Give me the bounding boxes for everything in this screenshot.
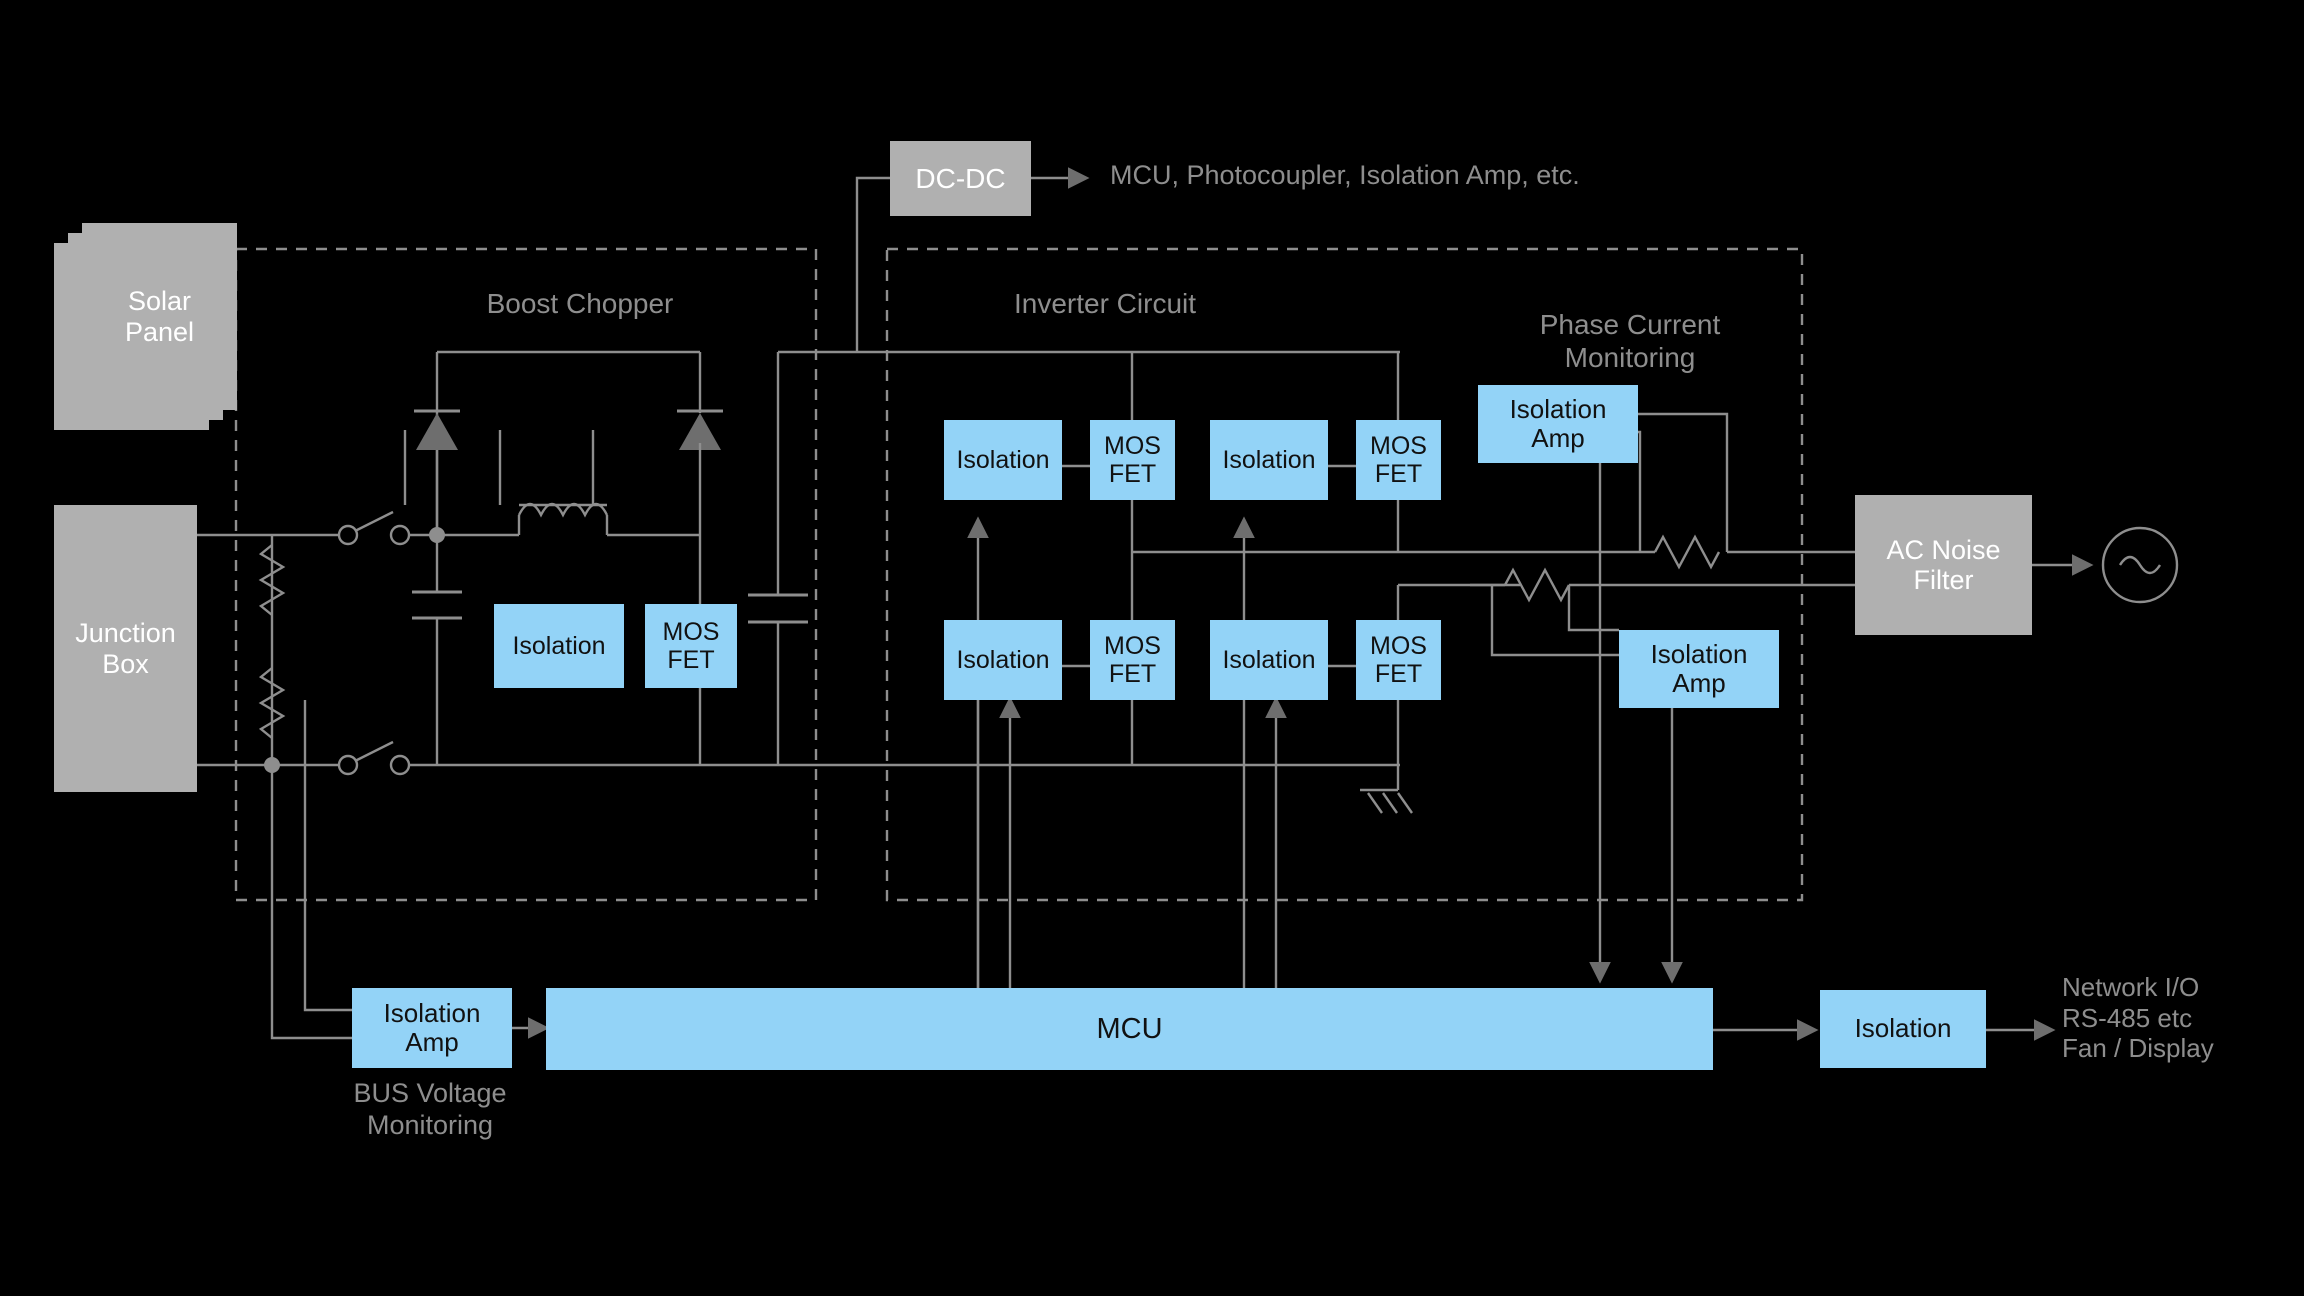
phase-amp-upper-line1: Isolation bbox=[1509, 393, 1607, 424]
dc-dc-converter[interactable]: DC-DC bbox=[890, 141, 1031, 216]
boost-chopper-boundary bbox=[234, 247, 818, 902]
comms-isolation[interactable]: Isolation bbox=[1820, 990, 1986, 1068]
ac-noise-filter[interactable]: AC Noise Filter bbox=[1855, 495, 2032, 635]
inv-leg2l-mos-line2: FET bbox=[1374, 660, 1423, 688]
mcu[interactable]: MCU bbox=[546, 988, 1713, 1070]
boost-mosfet-label-line2: FET bbox=[667, 646, 715, 674]
inverter-leg-2-low-mosfet[interactable]: MOS FET bbox=[1356, 620, 1441, 700]
junction-box-label-line1: Junction bbox=[75, 618, 176, 649]
bus-amp-line2: Amp bbox=[405, 1027, 459, 1057]
inv-leg1l-mos-label: MOS FET bbox=[1104, 632, 1161, 688]
inv-leg2l-mos-line1: MOS bbox=[1370, 632, 1427, 660]
phase-current-monitoring-title: Phase Current Monitoring bbox=[1460, 308, 1800, 374]
network-io-line1: Network I/O bbox=[2062, 972, 2200, 1002]
inv-leg1h-mos-line1: MOS bbox=[1104, 432, 1161, 460]
bus-voltage-isolation-amp[interactable]: Isolation Amp bbox=[352, 988, 512, 1068]
inverter-leg-1-low-isolation[interactable]: Isolation bbox=[944, 620, 1062, 700]
boost-mosfet-label-line1: MOS bbox=[662, 618, 720, 646]
inverter-leg-1-low-mosfet[interactable]: MOS FET bbox=[1090, 620, 1175, 700]
solar-panel-label-line1: Solar bbox=[127, 286, 192, 317]
inverter-leg-2-high-mosfet[interactable]: MOS FET bbox=[1356, 420, 1441, 500]
pcm-title-line1: Phase Current bbox=[1539, 309, 1721, 340]
boost-chopper-title: Boost Chopper bbox=[486, 288, 674, 319]
phase-amp-upper-line2: Amp bbox=[1531, 423, 1585, 453]
inv-leg1h-mos-label: MOS FET bbox=[1104, 432, 1161, 488]
phase-isolation-amp-lower[interactable]: Isolation Amp bbox=[1619, 630, 1779, 708]
solar-panel-label-line2: Panel bbox=[124, 316, 195, 347]
boost-mosfet[interactable]: MOS FET bbox=[645, 604, 737, 688]
phase-isolation-amp-upper[interactable]: Isolation Amp bbox=[1478, 385, 1638, 463]
solar-panel[interactable]: Solar Panel bbox=[82, 223, 237, 410]
phase-amp-upper-label: Isolation Amp bbox=[1509, 393, 1607, 453]
network-io-label: Network I/O RS-485 etc Fan / Display bbox=[2062, 972, 2304, 1064]
network-io-line2: RS-485 etc bbox=[2062, 1002, 2193, 1033]
diagram-canvas: Solar Panel Junction Box DC-DC MCU, Phot… bbox=[0, 0, 2304, 1296]
inverter-circuit-title: Inverter Circuit bbox=[1013, 288, 1197, 319]
pcm-title-line2: Monitoring bbox=[1564, 342, 1696, 374]
inv-leg1h-mos-line2: FET bbox=[1108, 460, 1157, 488]
inv-leg2l-mos-label: MOS FET bbox=[1370, 632, 1427, 688]
mcu-label: MCU bbox=[1096, 1012, 1163, 1045]
inv-leg2h-mos-line1: MOS bbox=[1370, 432, 1427, 460]
bvm-title-line1: BUS Voltage bbox=[353, 1078, 507, 1108]
inverter-leg-2-high-isolation[interactable]: Isolation bbox=[1210, 420, 1328, 500]
bus-voltage-monitoring-title: BUS Voltage Monitoring bbox=[295, 1078, 565, 1142]
phase-amp-lower-label: Isolation Amp bbox=[1650, 638, 1748, 698]
inv-leg2h-mos-line2: FET bbox=[1374, 460, 1423, 488]
junction-box-label: Junction Box bbox=[75, 618, 176, 678]
ac-noise-filter-label: AC Noise Filter bbox=[1886, 535, 2000, 595]
bus-amp-label: Isolation Amp bbox=[383, 997, 481, 1057]
inverter-leg-1-high-mosfet[interactable]: MOS FET bbox=[1090, 420, 1175, 500]
bvm-title-line2: Monitoring bbox=[366, 1109, 494, 1140]
inv-leg2l-iso-label: Isolation bbox=[1222, 646, 1316, 674]
inv-leg1l-iso-label: Isolation bbox=[956, 646, 1050, 674]
inverter-leg-1-high-isolation[interactable]: Isolation bbox=[944, 420, 1062, 500]
junction-box-label-line2: Box bbox=[102, 648, 149, 679]
dc-dc-label: DC-DC bbox=[915, 162, 1006, 194]
bus-amp-line1: Isolation bbox=[383, 997, 481, 1028]
phase-amp-lower-line2: Amp bbox=[1672, 668, 1726, 698]
inv-leg1l-mos-line1: MOS bbox=[1104, 632, 1161, 660]
boost-isolation[interactable]: Isolation bbox=[494, 604, 624, 688]
comms-isolation-label: Isolation bbox=[1854, 1013, 1952, 1044]
boost-isolation-label: Isolation bbox=[512, 632, 606, 660]
network-io-line3: Fan / Display bbox=[2062, 1033, 2214, 1064]
inverter-leg-2-low-isolation[interactable]: Isolation bbox=[1210, 620, 1328, 700]
ac-filter-line1: AC Noise bbox=[1886, 534, 2001, 565]
inv-leg1l-mos-line2: FET bbox=[1108, 660, 1157, 688]
boost-mosfet-label: MOS FET bbox=[663, 618, 720, 674]
solar-panel-label: Solar Panel bbox=[125, 286, 194, 346]
dc-dc-loads-label: MCU, Photocoupler, Isolation Amp, etc. bbox=[1110, 160, 1580, 190]
junction-box[interactable]: Junction Box bbox=[54, 505, 197, 792]
ac-filter-line2: Filter bbox=[1913, 565, 1974, 595]
inv-leg2h-mos-label: MOS FET bbox=[1370, 432, 1427, 488]
inv-leg2h-iso-label: Isolation bbox=[1222, 446, 1316, 474]
phase-amp-lower-line1: Isolation bbox=[1650, 638, 1748, 669]
inv-leg1h-iso-label: Isolation bbox=[956, 446, 1050, 474]
